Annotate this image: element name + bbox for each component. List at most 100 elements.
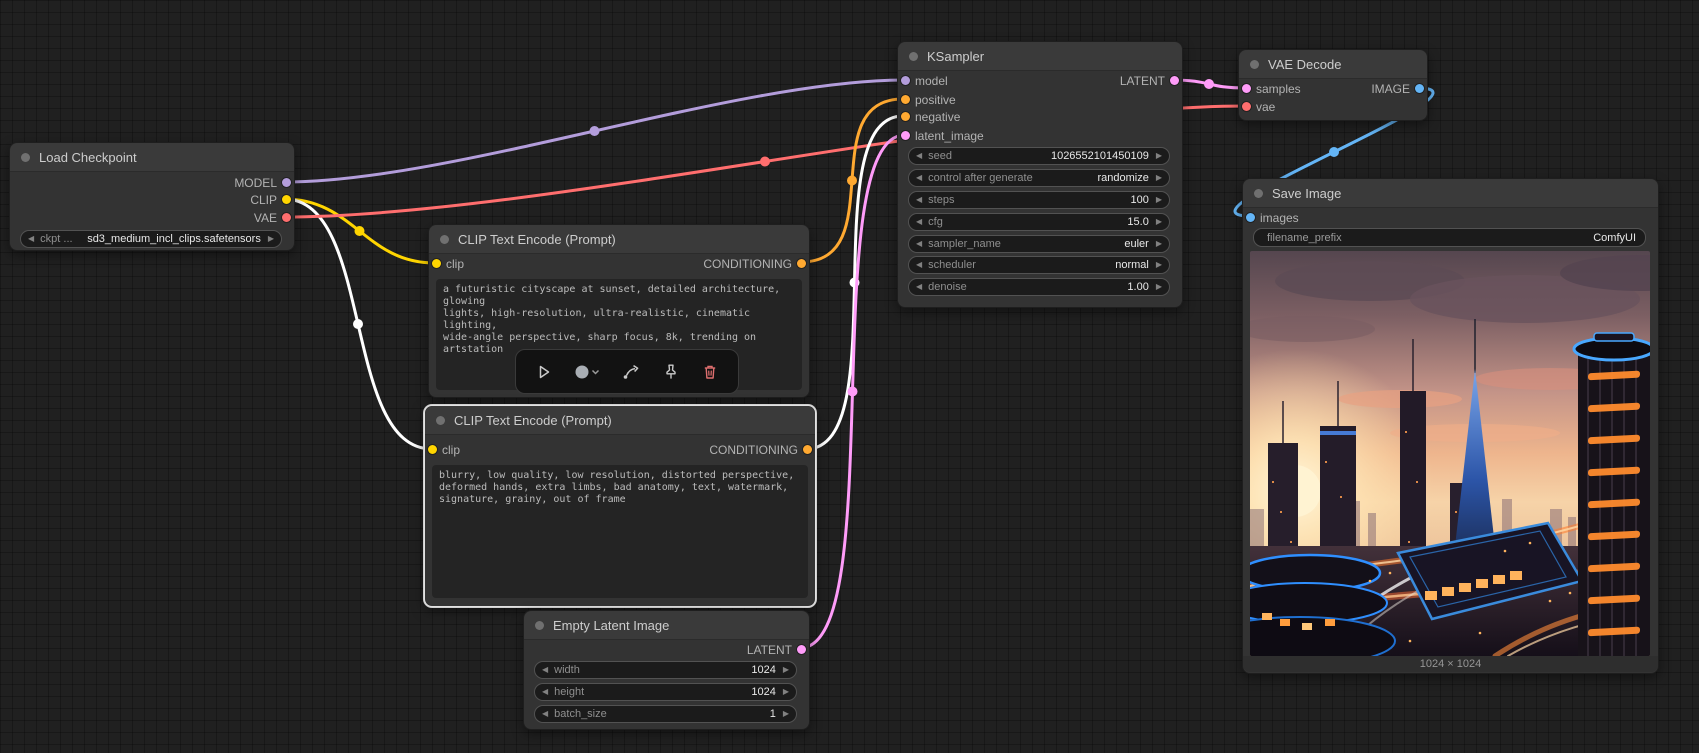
link-cond_neg[interactable] [805,114,904,451]
steps-widget[interactable]: ◀ steps 100 ▶ [908,191,1170,209]
node-ksampler[interactable]: KSampler model LATENT positive negative … [897,41,1183,308]
link-midpoint-dot-model[interactable] [589,126,600,136]
scheduler-widget[interactable]: ◀ scheduler normal ▶ [908,256,1170,274]
collapse-dot-icon[interactable] [535,620,544,630]
node-load-checkpoint[interactable]: Load Checkpoint MODEL CLIP VAE ◀ ckpt ..… [9,142,295,251]
output-slot-latent[interactable]: LATENT [524,641,809,659]
link-cond_pos[interactable] [800,97,904,264]
link-midpoint-dot-clip_neg[interactable] [353,319,363,329]
images-input-dot[interactable] [1246,213,1255,222]
vae-output-dot[interactable] [282,213,291,222]
node-graph-canvas[interactable]: Load Checkpoint MODEL CLIP VAE ◀ ckpt ..… [0,0,1699,753]
negative-prompt-textarea[interactable]: blurry, low quality, low resolution, dis… [432,465,808,598]
output-slot-vae[interactable]: VAE [10,209,294,227]
link-latent_out[interactable] [1171,78,1247,90]
node-save-image[interactable]: Save Image images filename_prefix ComfyU… [1242,178,1659,674]
link-midpoint-dot-image[interactable] [1329,147,1339,157]
node-header[interactable]: Empty Latent Image [524,611,809,640]
collapse-dot-icon[interactable] [1250,59,1259,69]
decrement-arrow-icon[interactable]: ◀ [916,236,922,252]
node-color-button[interactable] [568,357,606,387]
increment-arrow-icon[interactable]: ▶ [783,706,789,722]
increment-arrow-icon[interactable]: ▶ [1156,214,1162,230]
decrement-arrow-icon[interactable]: ◀ [542,684,548,700]
increment-arrow-icon[interactable]: ▶ [1156,236,1162,252]
run-node-button[interactable] [529,357,559,387]
decrement-arrow-icon[interactable]: ◀ [916,192,922,208]
output-slot-conditioning[interactable]: CONDITIONING [425,441,815,459]
latent-output-dot[interactable] [1170,76,1179,85]
input-slot-vae[interactable]: vae [1239,98,1427,116]
link-midpoint-dot-cond_pos[interactable] [847,175,857,186]
output-slot-image[interactable]: IMAGE [1239,80,1427,98]
collapse-dot-icon[interactable] [436,415,445,425]
latent-image-input-dot[interactable] [901,131,910,140]
decrement-arrow-icon[interactable]: ◀ [916,148,922,164]
sampler-name-widget[interactable]: ◀ sampler_name euler ▶ [908,235,1170,253]
link-midpoint-dot-clip_pos[interactable] [354,226,365,236]
cfg-widget[interactable]: ◀ cfg 15.0 ▶ [908,213,1170,231]
positive-input-dot[interactable] [901,95,910,104]
negative-input-dot[interactable] [901,112,910,121]
increment-arrow-icon[interactable]: ▶ [1156,192,1162,208]
collapse-dot-icon[interactable] [440,234,449,244]
node-header[interactable]: CLIP Text Encode (Prompt) [429,225,809,254]
collapse-dot-icon[interactable] [909,51,918,61]
conditioning-output-dot[interactable] [797,259,806,268]
batch-size-widget[interactable]: ◀ batch_size 1 ▶ [534,705,797,723]
output-slot-model[interactable]: MODEL [10,174,294,192]
pin-node-button[interactable] [656,357,686,387]
output-slot-clip[interactable]: CLIP [10,191,294,209]
increment-arrow-icon[interactable]: ▶ [783,662,789,678]
decrement-arrow-icon[interactable]: ◀ [916,257,922,273]
node-header[interactable]: VAE Decode [1239,50,1427,79]
vae-input-dot[interactable] [1242,102,1251,111]
node-header[interactable]: Load Checkpoint [10,143,294,172]
decrement-arrow-icon[interactable]: ◀ [542,706,548,722]
increment-arrow-icon[interactable]: ▶ [268,231,274,247]
decrement-arrow-icon[interactable]: ◀ [916,214,922,230]
link-model[interactable] [283,78,906,184]
height-widget[interactable]: ◀ height 1024 ▶ [534,683,797,701]
output-slot-conditioning[interactable]: CONDITIONING [429,255,809,273]
width-widget[interactable]: ◀ width 1024 ▶ [534,661,797,679]
node-selection-toolbar[interactable] [515,349,739,394]
link-midpoint-dot-vae[interactable] [760,156,770,167]
input-slot-negative[interactable]: negative [898,108,1182,126]
link-clip_pos[interactable] [283,197,436,265]
decrement-arrow-icon[interactable]: ◀ [542,662,548,678]
input-slot-images[interactable]: images [1243,209,1658,227]
input-slot-latent-image[interactable]: latent_image [898,127,1182,145]
link-clip_neg[interactable] [283,197,433,451]
node-clip-text-encode-negative[interactable]: CLIP Text Encode (Prompt) clip CONDITION… [424,405,816,607]
seed-widget[interactable]: ◀ seed 1026552101450109 ▶ [908,147,1170,165]
increment-arrow-icon[interactable]: ▶ [1156,170,1162,186]
image-output-dot[interactable] [1415,84,1424,93]
increment-arrow-icon[interactable]: ▶ [783,684,789,700]
filename-prefix-widget[interactable]: filename_prefix ComfyUI [1253,228,1646,247]
increment-arrow-icon[interactable]: ▶ [1156,148,1162,164]
decrement-arrow-icon[interactable]: ◀ [916,279,922,295]
node-header[interactable]: CLIP Text Encode (Prompt) [425,406,815,435]
output-slot-latent[interactable]: LATENT [898,72,1182,90]
increment-arrow-icon[interactable]: ▶ [1156,279,1162,295]
latent-output-dot[interactable] [797,645,806,654]
denoise-widget[interactable]: ◀ denoise 1.00 ▶ [908,278,1170,296]
collapse-dot-icon[interactable] [21,152,30,162]
node-vae-decode[interactable]: VAE Decode samples IMAGE vae [1238,49,1428,121]
node-header[interactable]: Save Image [1243,179,1658,208]
link-midpoint-dot-cond_neg[interactable] [849,277,860,288]
model-output-dot[interactable] [282,178,291,187]
input-slot-positive[interactable]: positive [898,91,1182,109]
control-after-generate-widget[interactable]: ◀ control after generate randomize ▶ [908,169,1170,187]
conditioning-output-dot[interactable] [803,445,812,454]
decrement-arrow-icon[interactable]: ◀ [28,231,34,247]
bypass-node-button[interactable] [616,357,646,387]
link-midpoint-dot-latent_out[interactable] [1204,79,1214,89]
clip-output-dot[interactable] [282,195,291,204]
link-midpoint-dot-latent_gen[interactable] [847,386,858,397]
ckpt-name-widget[interactable]: ◀ ckpt ... sd3_medium_incl_clips.safeten… [20,230,282,248]
delete-node-button[interactable] [695,357,725,387]
decrement-arrow-icon[interactable]: ◀ [916,170,922,186]
collapse-dot-icon[interactable] [1254,188,1263,198]
